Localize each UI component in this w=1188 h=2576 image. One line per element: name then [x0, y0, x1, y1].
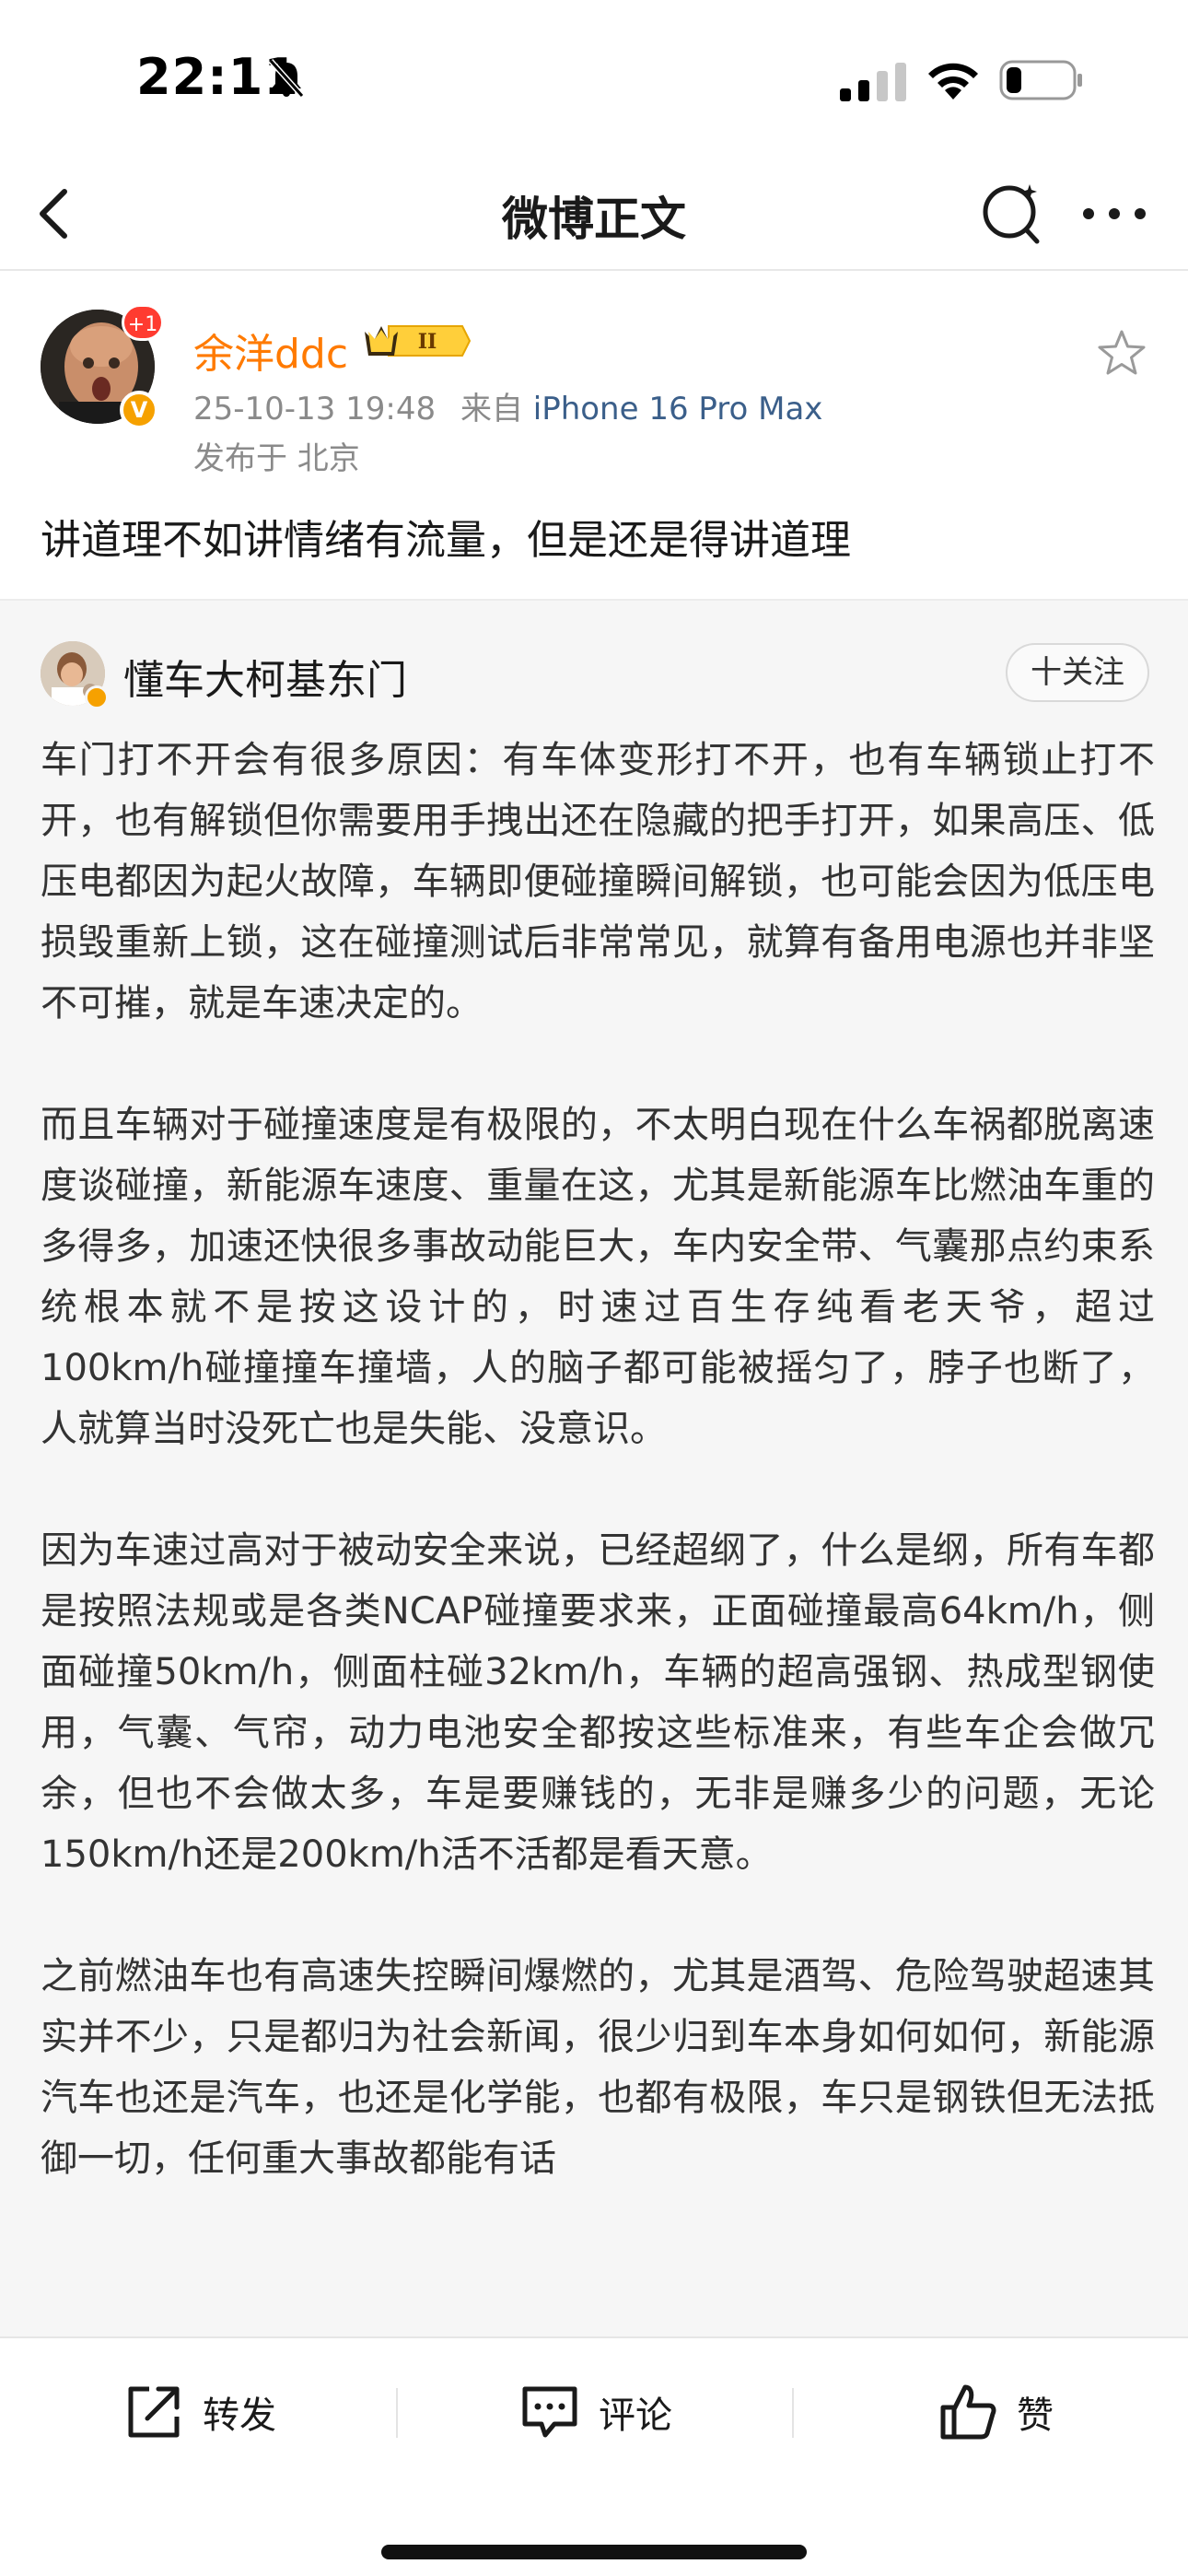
- bell-off-icon: [268, 58, 305, 99]
- original-paragraph: 而且车辆对于碰撞速度是有极限的，不太明白现在什么车祸都脱离速度谈碰撞，新能源车速…: [41, 1104, 1155, 1450]
- cellular-signal-icon: [840, 63, 906, 101]
- author-name[interactable]: 余洋ddc: [193, 321, 348, 380]
- comment-button[interactable]: 评论: [518, 2375, 672, 2449]
- notification-badge: +1: [122, 304, 164, 341]
- post-timestamp: 25-10-13 19:48: [193, 391, 437, 427]
- toolbar-divider: [792, 2388, 794, 2438]
- nav-bar: 微博正文: [0, 157, 1188, 271]
- battery-icon: [999, 60, 1082, 100]
- post-meta: 25-10-13 19:48 来自 iPhone 16 Pro Max: [193, 383, 822, 428]
- wifi-icon: [928, 63, 978, 100]
- source-prefix: 来自: [460, 391, 523, 427]
- like-button[interactable]: 赞: [936, 2375, 1054, 2449]
- original-paragraph: 车门打不开会有很多原因：有车体变形打不开，也有车辆锁止打不开，也有解锁但你需要用…: [41, 739, 1155, 1025]
- repost-icon: [128, 2386, 180, 2438]
- repost-button[interactable]: 转发: [122, 2375, 276, 2449]
- original-author-name[interactable]: 懂车大柯基东门: [123, 647, 407, 706]
- verified-badge-icon: [85, 685, 109, 709]
- post-text: 讲道理不如讲情绪有流量，但是还是得讲道理: [41, 517, 851, 564]
- like-label: 赞: [1017, 2395, 1054, 2437]
- home-indicator[interactable]: [381, 2545, 807, 2559]
- repost-label: 转发: [203, 2395, 276, 2437]
- vip-crown-badge-icon[interactable]: II: [361, 317, 472, 365]
- original-paragraph: 因为车速过高对于被动安全来说，已经超纲了，什么是纲，所有车都是按照法规或是各类N…: [41, 1529, 1155, 1876]
- bottom-toolbar: 转发 评论 赞: [0, 2336, 1188, 2576]
- comment-label: 评论: [599, 2395, 672, 2437]
- comment-icon: [522, 2386, 577, 2438]
- vip-level: II: [418, 330, 437, 354]
- reposted-original[interactable]: 懂车大柯基东门 十关注 车门打不开会有很多原因：有车体变形打不开，也有车辆锁止打…: [0, 599, 1188, 2336]
- original-post-body: 车门打不开会有很多原因：有车体变形打不开，也有车辆锁止打不开，也有解锁但你需要用…: [41, 730, 1155, 2250]
- post-location: 发布于 北京: [193, 440, 360, 477]
- verified-badge-icon: V: [120, 391, 158, 429]
- post-source[interactable]: iPhone 16 Pro Max: [533, 391, 823, 427]
- more-options-icon[interactable]: [1079, 193, 1149, 234]
- original-paragraph: 之前燃油车也有高速失控瞬间爆燃的，尤其是酒驾、危险驾驶超速其实并不少，只是都归为…: [41, 1955, 1155, 2180]
- follow-button[interactable]: 十关注: [1006, 643, 1149, 702]
- star-favorite-icon[interactable]: [1096, 328, 1147, 380]
- toolbar-divider: [396, 2388, 398, 2438]
- thumbs-up-icon: [940, 2384, 996, 2440]
- status-bar: 22:11: [0, 0, 1188, 157]
- search-icon[interactable]: [976, 177, 1050, 251]
- post-header: +1 V 余洋ddc II 25-10-13 19:48 来自 iPhone 1…: [0, 271, 1188, 599]
